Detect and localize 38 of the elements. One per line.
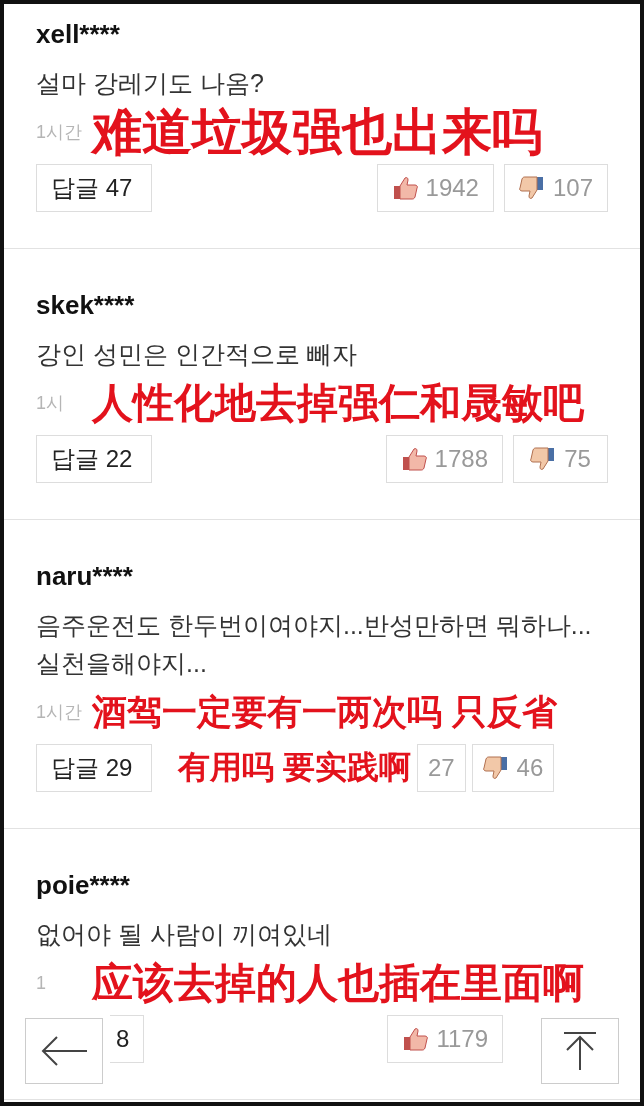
reply-button[interactable]: 8 [110, 1015, 145, 1063]
translation-text: 应该去掉的人也插在里面啊 [92, 958, 584, 1008]
username: naru**** [36, 560, 134, 592]
like-button[interactable]: 1179 [387, 1015, 503, 1063]
dislike-button[interactable]: 75 [513, 435, 608, 483]
translation-text: 难道垃圾强也出来吗 [92, 102, 542, 162]
username: skek**** [36, 289, 136, 321]
timestamp: 1 [36, 972, 47, 994]
back-button[interactable] [25, 1018, 103, 1084]
thumbs-down-icon [530, 447, 557, 471]
thumbs-up-icon [402, 1027, 429, 1051]
reply-button[interactable]: 답글 22 [36, 435, 152, 483]
dislike-button[interactable]: 107 [503, 164, 608, 212]
scroll-top-icon [562, 1031, 598, 1071]
username: xell**** [36, 18, 121, 50]
scroll-top-button[interactable] [541, 1018, 619, 1084]
reply-button[interactable]: 답글 47 [36, 164, 152, 212]
like-button[interactable]: 1788 [385, 435, 503, 483]
comment-text: 설마 강레기도 나옴? [36, 68, 265, 99]
username: poie**** [36, 869, 131, 901]
thumbs-down-icon [518, 176, 545, 200]
translation-text: 人性化地去掉强仁和晟敏吧 [92, 378, 584, 428]
comment-text: 없어야 될 사람이 끼여있네 [36, 919, 333, 950]
translation-text: 酒驾一定要有一两次吗 只反省 [92, 690, 557, 733]
thumbs-up-icon [391, 176, 418, 200]
thumbs-down-icon [482, 756, 509, 780]
timestamp: 1시간 [36, 121, 83, 144]
comment-text: 강인 성민은 인간적으로 빼자 [36, 339, 358, 370]
like-button[interactable]: 1942 [376, 164, 494, 212]
back-arrow-icon [40, 1036, 88, 1066]
reply-button[interactable]: 답글 29 [36, 744, 152, 792]
translation-text: 有用吗 要实践啊 [178, 748, 411, 787]
timestamp: 1시간 [36, 701, 83, 724]
thumbs-up-icon [400, 447, 427, 471]
dislike-button[interactable]: 46 [471, 744, 555, 792]
comment-text: 음주운전도 한두번이여야지...반성만하면 뭐하나...실천을해야지... [36, 610, 593, 679]
timestamp: 1시 [36, 392, 65, 415]
like-button[interactable]: 27 [416, 744, 466, 792]
